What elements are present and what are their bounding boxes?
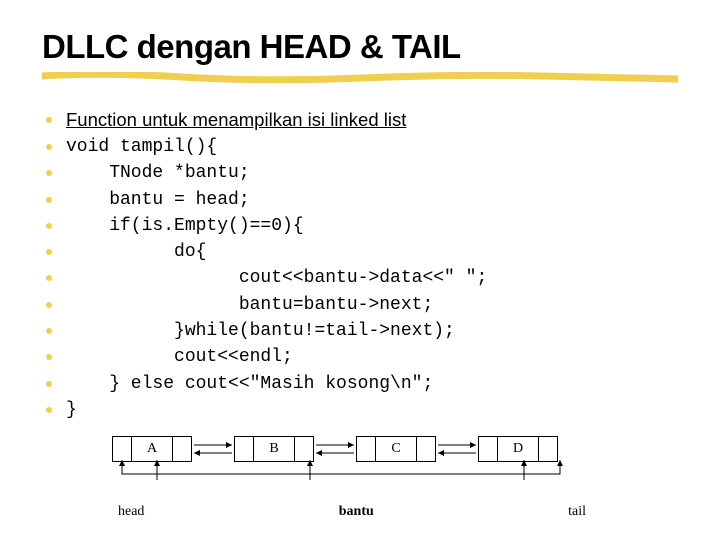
node-label: D	[498, 437, 539, 461]
double-arrow-icon	[314, 437, 356, 461]
bullet-icon	[46, 223, 52, 229]
bullet-icon	[46, 381, 52, 387]
bullet-icon	[46, 170, 52, 176]
dll-node: D	[478, 436, 558, 462]
bullet-list: Function untuk menampilkan isi linked li…	[42, 108, 678, 422]
pointer-label-tail: tail	[568, 504, 586, 520]
list-text: cout<<bantu->data<<" ";	[66, 266, 487, 290]
bullet-icon	[46, 117, 52, 123]
bullet-icon	[46, 144, 52, 150]
linked-list-diagram: A B C D	[112, 436, 592, 520]
list-item: bantu = head;	[42, 188, 678, 212]
bullet-icon	[46, 275, 52, 281]
list-text: bantu = head;	[66, 188, 250, 212]
list-text: }	[66, 398, 77, 422]
bullet-icon	[46, 328, 52, 334]
dll-node: C	[356, 436, 436, 462]
list-item: Function untuk menampilkan isi linked li…	[42, 108, 678, 133]
list-item: }while(bantu!=tail->next);	[42, 319, 678, 343]
pointer-label-bantu: bantu	[339, 504, 374, 520]
list-text: } else cout<<"Masih kosong\n";	[66, 372, 433, 396]
circular-link-icon	[112, 460, 572, 482]
node-label: B	[254, 437, 295, 461]
list-item: do{	[42, 240, 678, 264]
bullet-icon	[46, 354, 52, 360]
list-text: }while(bantu!=tail->next);	[66, 319, 455, 343]
node-label: C	[376, 437, 417, 461]
double-arrow-icon	[192, 437, 234, 461]
list-item: }	[42, 398, 678, 422]
list-item: cout<<bantu->data<<" ";	[42, 266, 678, 290]
list-text: TNode *bantu;	[66, 161, 250, 185]
list-text: cout<<endl;	[66, 345, 293, 369]
list-text: Function untuk menampilkan isi linked li…	[66, 108, 406, 133]
list-item: if(is.Empty()==0){	[42, 214, 678, 238]
pointer-label-head: head	[118, 504, 144, 520]
slide-title: DLLC dengan HEAD & TAIL	[42, 28, 678, 66]
dll-node: B	[234, 436, 314, 462]
list-text: if(is.Empty()==0){	[66, 214, 304, 238]
dll-node: A	[112, 436, 192, 462]
list-item: bantu=bantu->next;	[42, 293, 678, 317]
node-label: A	[132, 437, 173, 461]
list-item: void tampil(){	[42, 135, 678, 159]
list-text: do{	[66, 240, 206, 264]
bullet-icon	[46, 197, 52, 203]
double-arrow-icon	[436, 437, 478, 461]
bullet-icon	[46, 249, 52, 255]
list-text: bantu=bantu->next;	[66, 293, 433, 317]
list-item: } else cout<<"Masih kosong\n";	[42, 372, 678, 396]
title-underline	[42, 72, 678, 86]
bullet-icon	[46, 407, 52, 413]
bullet-icon	[46, 302, 52, 308]
list-item: cout<<endl;	[42, 345, 678, 369]
list-text: void tampil(){	[66, 135, 217, 159]
list-item: TNode *bantu;	[42, 161, 678, 185]
